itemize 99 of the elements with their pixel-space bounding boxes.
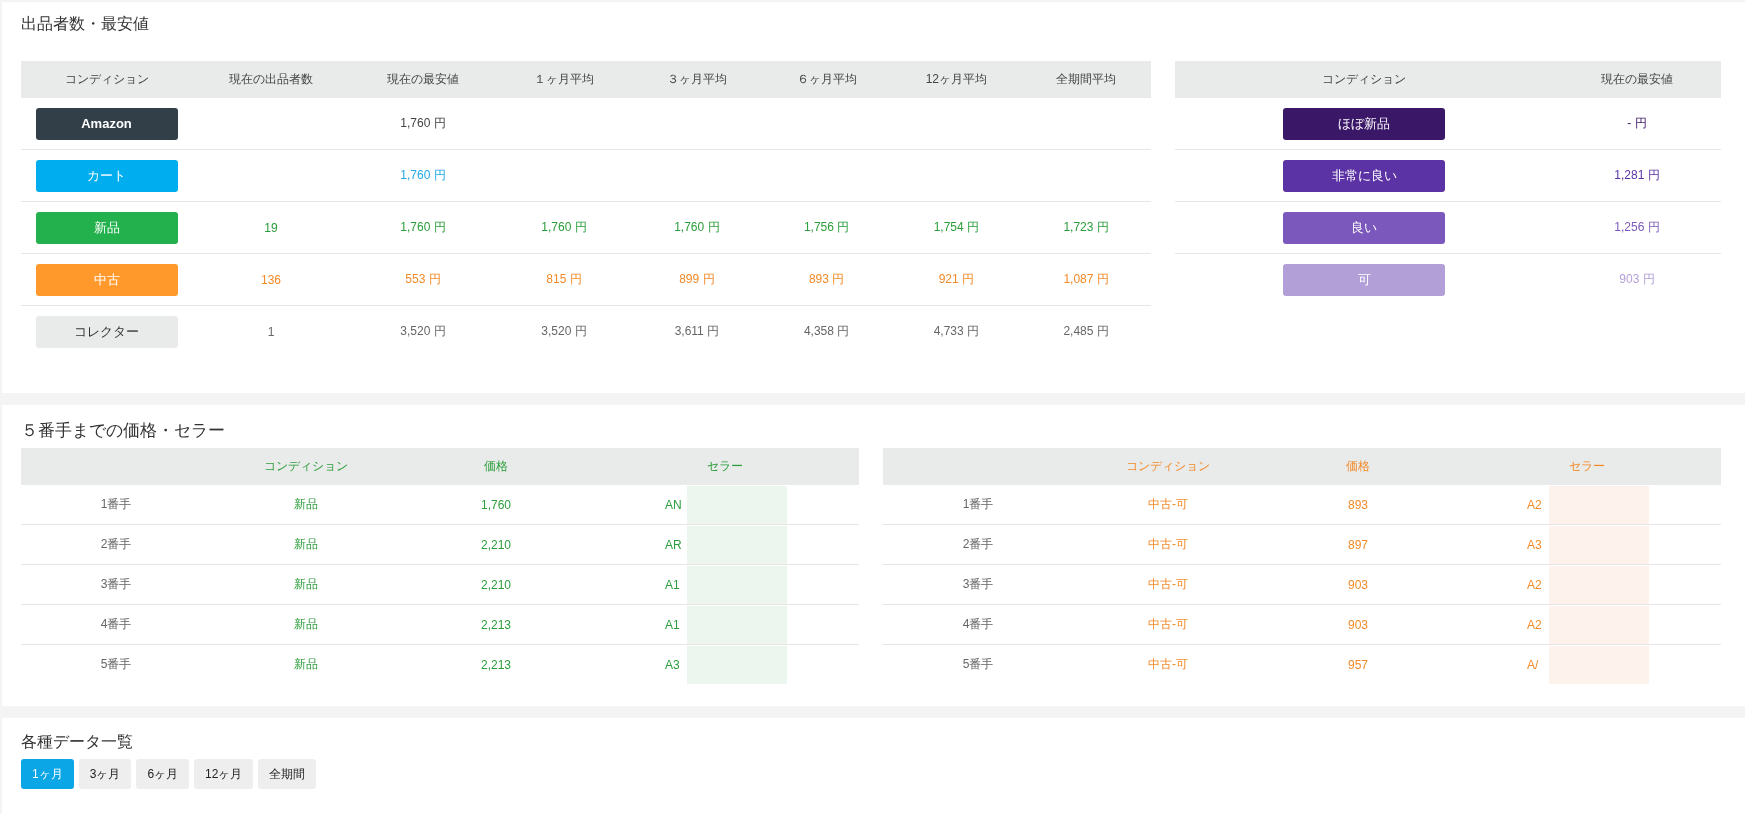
table-cell: 中古-可 <box>1073 644 1263 684</box>
table-cell: 新品 <box>211 524 401 565</box>
section-title: ５番手までの価格・セラー <box>21 420 226 442</box>
column-header: 現在の最安値 <box>1553 61 1721 98</box>
table-cell: 2,210 <box>401 564 591 605</box>
table-cell: 5番手 <box>21 644 211 684</box>
table-cell: 1,256 円 <box>1553 201 1721 254</box>
table-cell: 中古-可 <box>1073 564 1263 605</box>
table-cell: 1,760 円 <box>350 201 496 254</box>
period-tab[interactable]: 12ヶ月 <box>194 759 254 789</box>
table-cell: 957 <box>1263 644 1453 684</box>
table-cell: 2番手 <box>883 524 1073 565</box>
table-cell: AR <box>665 537 682 552</box>
column-header: 現在の最安値 <box>350 61 496 98</box>
condition-badge: ほぼ新品 <box>1283 107 1445 140</box>
table-cell: 中古-可 <box>1073 524 1263 565</box>
table-cell: 4,358 円 <box>761 305 892 357</box>
table-cell: A1 <box>665 617 680 632</box>
period-tab[interactable]: 全期間 <box>258 759 317 789</box>
section-title: 出品者数・最安値 <box>21 14 150 34</box>
table-cell: 4番手 <box>21 604 211 645</box>
table-cell: 中古-可 <box>1073 485 1263 525</box>
table-cell: 2番手 <box>21 524 211 565</box>
period-tab[interactable]: 3ヶ月 <box>78 759 132 789</box>
period-tab[interactable]: 6ヶ月 <box>136 759 190 789</box>
table-cell: 4,733 円 <box>891 305 1022 357</box>
column-header: 価格 <box>401 448 591 485</box>
column-header: ３ヶ月平均 <box>632 61 762 98</box>
column-header: セラー <box>591 448 859 485</box>
table-cell: 1,760 円 <box>496 201 632 254</box>
table-cell: 2,210 <box>401 524 591 565</box>
table-cell: A/ <box>1527 657 1539 672</box>
table-cell: 3番手 <box>883 564 1073 605</box>
table-cell: 1,087 円 <box>1021 253 1151 306</box>
column-header: コンディション <box>21 61 192 98</box>
condition-badge: 新品 <box>35 211 178 244</box>
column-header: 現在の出品者数 <box>192 61 350 98</box>
table-cell: A2 <box>1527 577 1542 592</box>
table-cell: 新品 <box>211 485 401 525</box>
column-header: 12ヶ月平均 <box>891 61 1022 98</box>
table-cell: 1,756 円 <box>761 201 892 254</box>
table-cell: 1,281 円 <box>1553 149 1721 202</box>
table-cell: 136 <box>192 253 350 306</box>
section-title: 各種データ一覧 <box>21 732 134 752</box>
column-header: ６ヶ月平均 <box>761 61 892 98</box>
table-cell: 3番手 <box>21 564 211 605</box>
table-cell: 1 <box>192 305 350 357</box>
table-cell: 1,760 <box>401 485 591 525</box>
table-cell: 903 <box>1263 564 1453 605</box>
table-cell: 2,213 <box>401 604 591 645</box>
column-header: コンディション <box>1073 448 1263 485</box>
table-cell: 4番手 <box>883 604 1073 645</box>
condition-badge: 非常に良い <box>1283 159 1445 192</box>
column-header: 全期間平均 <box>1021 61 1151 98</box>
table-cell: 815 円 <box>496 253 632 306</box>
table-cell: 1,760 円 <box>350 149 496 202</box>
table-cell: 1番手 <box>883 485 1073 525</box>
condition-badge: 中古 <box>35 263 178 296</box>
table-cell: 3,520 円 <box>350 305 496 357</box>
table-cell: A1 <box>665 577 680 592</box>
table-cell: 903 <box>1263 604 1453 645</box>
table-cell: 1,760 円 <box>632 201 762 254</box>
table-cell: 5番手 <box>883 644 1073 684</box>
column-header: コンディション <box>1175 61 1553 98</box>
condition-badge: カート <box>35 159 178 192</box>
condition-badge: 可 <box>1283 263 1445 296</box>
condition-badge: Amazon <box>35 107 178 140</box>
table-cell: 1,723 円 <box>1021 201 1151 254</box>
table-cell: 1,754 円 <box>891 201 1022 254</box>
table-cell: 2,213 <box>401 644 591 684</box>
table-cell: 903 円 <box>1553 253 1721 305</box>
table-cell: 921 円 <box>891 253 1022 306</box>
table-cell: 893 <box>1263 485 1453 525</box>
table-cell: 新品 <box>211 604 401 645</box>
table-cell: - 円 <box>1553 98 1721 150</box>
table-cell: 19 <box>192 201 350 254</box>
table-cell: 553 円 <box>350 253 496 306</box>
table-cell: 2,485 円 <box>1021 305 1151 357</box>
condition-badge: コレクター <box>35 315 178 348</box>
table-cell: 3,520 円 <box>496 305 632 357</box>
column-header: セラー <box>1453 448 1721 485</box>
table-cell: 893 円 <box>761 253 892 306</box>
table-cell: 中古-可 <box>1073 604 1263 645</box>
table-cell: 1番手 <box>21 485 211 525</box>
column-header: １ヶ月平均 <box>496 61 632 98</box>
table-cell: A3 <box>665 657 680 672</box>
table-cell: 3,611 円 <box>632 305 762 357</box>
column-header: 価格 <box>1263 448 1453 485</box>
condition-badge: 良い <box>1283 211 1445 244</box>
table-cell: 新品 <box>211 564 401 605</box>
table-cell: 899 円 <box>632 253 762 306</box>
table-cell: A2 <box>1527 497 1542 512</box>
table-cell: 新品 <box>211 644 401 684</box>
table-cell: 897 <box>1263 524 1453 565</box>
table-cell: 1,760 円 <box>350 98 496 150</box>
table-cell: A2 <box>1527 617 1542 632</box>
column-header: コンディション <box>211 448 401 485</box>
table-cell: AN <box>665 497 682 512</box>
table-cell: A3 <box>1527 537 1542 552</box>
